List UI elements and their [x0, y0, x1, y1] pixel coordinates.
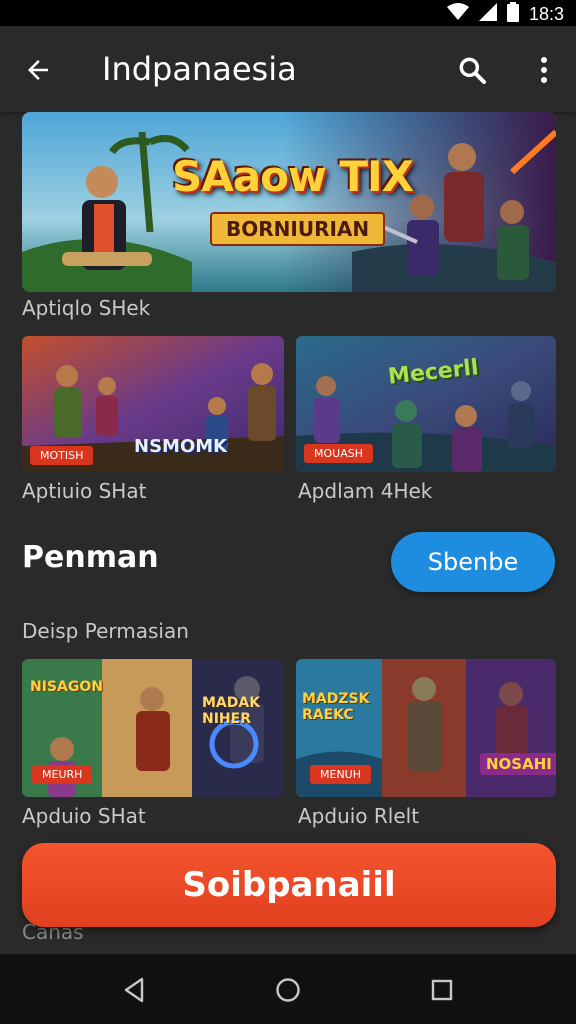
- game-logo: MADAK NIHER: [202, 695, 261, 727]
- game-logo: MADZSK RAEKC: [302, 691, 370, 723]
- game-logo: NISAGON: [30, 679, 103, 695]
- nav-recents-button[interactable]: [422, 970, 462, 1010]
- square-recents-icon: [431, 979, 453, 1001]
- hero-art-image: [22, 112, 556, 292]
- app-bar: Indpanaesia: [0, 26, 576, 112]
- triangle-back-icon: [124, 977, 144, 1003]
- search-button[interactable]: [452, 50, 492, 90]
- game-card-caption: Apduio Rlelt: [298, 804, 420, 828]
- circle-home-icon: [276, 978, 300, 1002]
- game-card[interactable]: Mecerll MOUASH: [296, 336, 556, 472]
- hero-logo-subtitle: BORNIURIAN: [210, 212, 386, 246]
- game-card[interactable]: NSMOMK MOTISH: [22, 336, 284, 472]
- primary-action-button[interactable]: Soibpanaiil: [22, 843, 556, 927]
- status-time: 18:3: [528, 4, 564, 24]
- status-badge: MOUASH: [304, 444, 373, 463]
- status-badge: MEURH: [32, 765, 93, 784]
- game-logo: NOSAHI: [480, 753, 556, 775]
- wifi-icon: [446, 3, 469, 26]
- section-action-button[interactable]: Sbenbe: [391, 532, 555, 592]
- system-nav-bar: [0, 954, 576, 1024]
- hero-banner[interactable]: SAaow TIX BORNIURIAN: [22, 112, 556, 292]
- status-bar: 18:3: [0, 0, 576, 26]
- game-logo: NSMOMK: [134, 436, 228, 457]
- page-title: Indpanaesia: [102, 50, 297, 88]
- more-options-button[interactable]: [526, 50, 562, 90]
- back-button[interactable]: [18, 50, 58, 90]
- game-card-caption: Aptiuio SHat: [22, 479, 147, 503]
- status-badge: MOTISH: [30, 446, 94, 465]
- status-badge: MENUH: [310, 765, 371, 784]
- signal-icon: [478, 3, 497, 26]
- battery-icon: [506, 2, 519, 27]
- arrow-back-icon: [28, 60, 48, 80]
- game-card[interactable]: NISAGON MADAK NIHER MEURH: [22, 659, 284, 797]
- search-icon: [459, 57, 486, 84]
- game-card-caption: Apdlam 4Hek: [298, 479, 433, 503]
- game-card[interactable]: MADZSK RAEKC NOSAHI MENUH: [296, 659, 556, 797]
- hero-caption: Aptiqlo SHek: [22, 296, 151, 320]
- hero-logo: SAaow TIX: [172, 152, 414, 201]
- game-card-caption: Apduio SHat: [22, 804, 146, 828]
- section-title: Penman: [22, 540, 159, 575]
- nav-home-button[interactable]: [268, 970, 308, 1010]
- section-subtitle: Deisp Permasian: [22, 619, 189, 643]
- nav-back-button[interactable]: [114, 970, 154, 1010]
- more-vert-icon: [541, 57, 547, 83]
